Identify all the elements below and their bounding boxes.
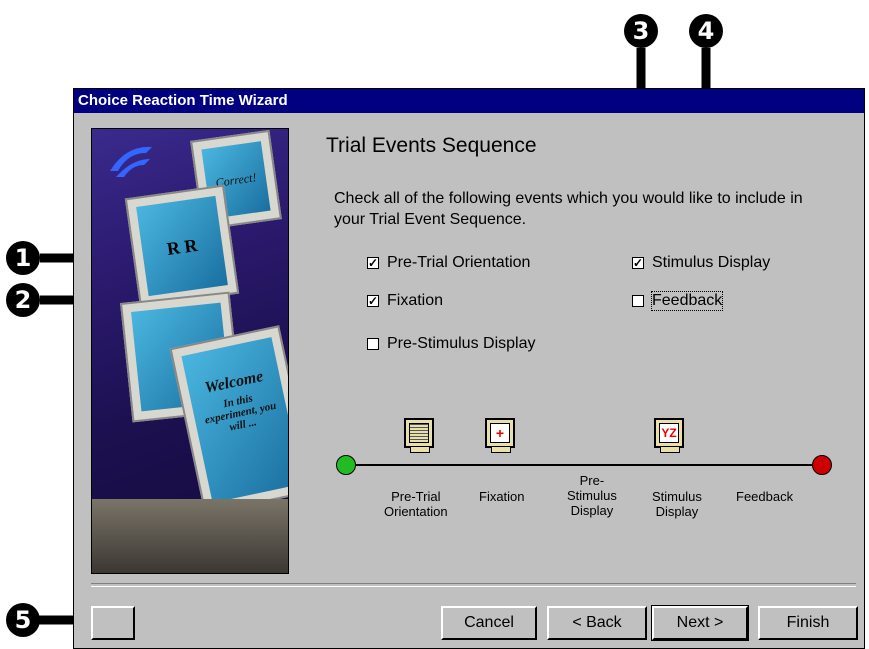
logo-icon: [106, 141, 154, 181]
fixation-screen: +: [490, 423, 510, 443]
timeline-label-stimulus: Stimulus Display: [652, 489, 702, 519]
timeline-label-pre-stimulus: Pre- Stimulus Display: [567, 473, 617, 518]
checkbox-box[interactable]: [632, 257, 644, 269]
button-separator: [91, 583, 856, 587]
checkbox-fixation[interactable]: Fixation: [367, 292, 443, 310]
timeline-label-fixation: Fixation: [479, 489, 525, 504]
cancel-button[interactable]: Cancel: [441, 606, 537, 640]
checkbox-feedback[interactable]: Feedback: [632, 291, 724, 311]
checkbox-box[interactable]: [632, 295, 644, 307]
back-button[interactable]: < Back: [547, 606, 647, 640]
checkbox-pre-stimulus-display[interactable]: Pre-Stimulus Display: [367, 335, 535, 353]
checkbox-box[interactable]: [367, 295, 379, 307]
monitor-welcome: Welcome In this experiment, you will ...: [169, 325, 288, 515]
checkbox-label: Pre-Trial Orientation: [387, 254, 531, 271]
callout-1: 1: [6, 241, 40, 275]
checkbox-label: Pre-Stimulus Display: [387, 335, 536, 352]
blank-button[interactable]: [91, 606, 135, 640]
page-title: Trial Events Sequence: [326, 134, 537, 157]
checkbox-box[interactable]: [367, 338, 379, 350]
timeline-end-dot: [812, 455, 832, 475]
pre-trial-orientation-icon: [404, 418, 434, 453]
stimulus-display-screen: YZ: [659, 423, 679, 443]
sequence-timeline: [346, 464, 822, 466]
checkbox-label: Feedback: [650, 291, 724, 311]
monitor-rr-screen: R R: [136, 195, 228, 297]
checkbox-stimulus-display[interactable]: Stimulus Display: [632, 254, 770, 272]
wizard-window: Choice Reaction Time Wizard Correct! R R…: [73, 88, 865, 649]
callout-4: 4: [689, 14, 723, 48]
wizard-illustration: Correct! R R + Welcome In this experimen…: [91, 128, 289, 574]
timeline-start-dot: [336, 455, 356, 475]
checkbox-box[interactable]: [367, 257, 379, 269]
monitor-rr: R R: [124, 184, 240, 308]
callout-5: 5: [6, 603, 40, 637]
pre-trial-orientation-screen: [409, 423, 429, 443]
timeline-label-feedback: Feedback: [736, 489, 794, 504]
stimulus-display-icon: YZ: [654, 418, 684, 453]
checkbox-label: Fixation: [387, 292, 444, 309]
callout-3: 3: [624, 14, 658, 48]
checkbox-label: Stimulus Display: [652, 254, 771, 271]
fixation-icon: +: [485, 418, 515, 453]
checkbox-pre-trial-orientation[interactable]: Pre-Trial Orientation: [367, 254, 530, 272]
window-title: Choice Reaction Time Wizard: [74, 89, 864, 113]
timeline-label-pre-trial: Pre-Trial Orientation: [384, 489, 448, 519]
instructions-text: Check all of the following events which …: [334, 190, 803, 228]
computer-base: [92, 499, 288, 573]
callout-2: 2: [6, 283, 40, 317]
finish-button[interactable]: Finish: [758, 606, 858, 640]
next-button[interactable]: Next >: [651, 605, 749, 641]
